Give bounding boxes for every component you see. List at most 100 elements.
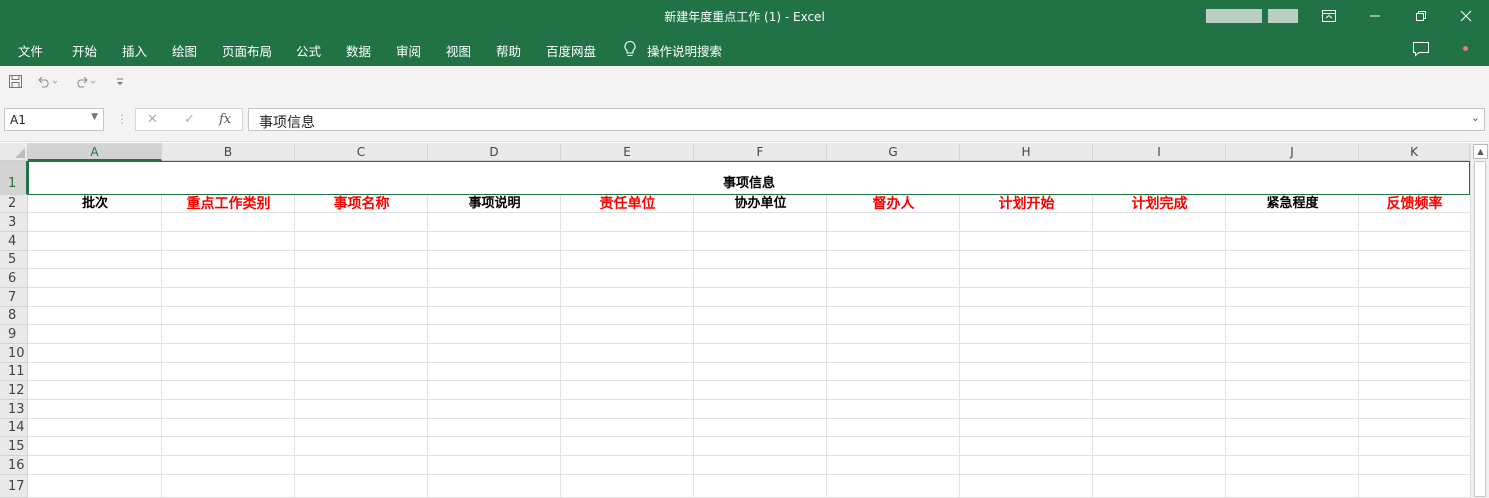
cancel-icon[interactable]: ✕ bbox=[147, 112, 158, 127]
tab-help[interactable]: 帮助 bbox=[496, 41, 521, 60]
scroll-thumb[interactable] bbox=[1474, 161, 1486, 497]
gridline-horizontal bbox=[28, 474, 1470, 475]
row-header-11[interactable]: 11 bbox=[0, 363, 28, 381]
header-cell-g[interactable]: 督办人 bbox=[827, 195, 960, 213]
formula-bar: A1 ▼ ⋮ ✕ ✓ fx 事项信息 ⌄ bbox=[0, 100, 1489, 142]
column-header-k[interactable]: K bbox=[1359, 143, 1470, 161]
header-cell-d[interactable]: 事项说明 bbox=[428, 195, 561, 213]
column-header-a[interactable]: A bbox=[28, 143, 162, 161]
scroll-up-icon[interactable]: ▲ bbox=[1473, 144, 1488, 159]
row-header-15[interactable]: 15 bbox=[0, 437, 28, 456]
gridline-horizontal bbox=[28, 287, 1470, 288]
chevron-down-icon[interactable]: ▼ bbox=[91, 112, 98, 122]
row-header-1[interactable]: 1 bbox=[0, 161, 28, 195]
window-title: 新建年度重点工作 (1) - Excel bbox=[664, 10, 825, 24]
tab-draw[interactable]: 绘图 bbox=[172, 41, 197, 60]
vertical-scrollbar[interactable]: ▲ bbox=[1470, 143, 1489, 498]
name-box-value: A1 bbox=[10, 113, 26, 127]
tab-data[interactable]: 数据 bbox=[346, 41, 371, 60]
account-name-blurred[interactable] bbox=[1206, 9, 1262, 23]
worksheet-grid[interactable]: A B C D E F G H I J K 1 2 3 4 5 6 7 8 9 10 11 12 13 14 15 16 17 批次 重点… bbox=[0, 143, 1489, 498]
header-cell-k[interactable]: 反馈频率 bbox=[1359, 195, 1470, 213]
row-header-14[interactable]: 14 bbox=[0, 419, 28, 437]
restore-icon[interactable] bbox=[1398, 0, 1444, 32]
enter-check-icon[interactable]: ✓ bbox=[184, 112, 195, 127]
row-header-7[interactable]: 7 bbox=[0, 288, 28, 307]
gridline-horizontal bbox=[28, 324, 1470, 325]
column-header-c[interactable]: C bbox=[295, 143, 428, 161]
tab-view[interactable]: 视图 bbox=[446, 41, 471, 60]
row-header-9[interactable]: 9 bbox=[0, 325, 28, 344]
column-header-b[interactable]: B bbox=[162, 143, 295, 161]
formula-bar-grip-icon[interactable]: ⋮ bbox=[116, 112, 128, 126]
expand-formula-bar-icon[interactable]: ⌄ bbox=[1471, 111, 1480, 124]
column-header-j[interactable]: J bbox=[1226, 143, 1359, 161]
tab-formulas[interactable]: 公式 bbox=[296, 41, 321, 60]
row-header-12[interactable]: 12 bbox=[0, 381, 28, 400]
column-header-g[interactable]: G bbox=[827, 143, 960, 161]
account-avatar-blurred[interactable] bbox=[1268, 9, 1298, 23]
quick-access-toolbar bbox=[0, 66, 1489, 100]
ribbon-tabs: 文件 开始 插入 绘图 页面布局 公式 数据 审阅 视图 帮助 百度网盘 操作说… bbox=[0, 32, 1489, 66]
lightbulb-icon[interactable] bbox=[623, 40, 637, 58]
tab-baidu-netdisk[interactable]: 百度网盘 bbox=[546, 41, 596, 60]
row-header-4[interactable]: 4 bbox=[0, 232, 28, 251]
row-header-2[interactable]: 2 bbox=[0, 195, 28, 213]
header-cell-e[interactable]: 责任单位 bbox=[561, 195, 694, 213]
tab-home[interactable]: 开始 bbox=[72, 41, 97, 60]
redo-icon[interactable] bbox=[74, 75, 96, 92]
column-header-f[interactable]: F bbox=[694, 143, 827, 161]
save-icon[interactable] bbox=[9, 75, 22, 92]
column-header-e[interactable]: E bbox=[561, 143, 694, 161]
notification-dot bbox=[1463, 46, 1468, 51]
gridline-horizontal bbox=[28, 306, 1470, 307]
gridline-horizontal bbox=[28, 343, 1470, 344]
row-header-13[interactable]: 13 bbox=[0, 400, 28, 419]
header-cell-i[interactable]: 计划完成 bbox=[1093, 195, 1226, 213]
title-bar: 新建年度重点工作 (1) - Excel bbox=[0, 0, 1489, 32]
header-cell-c[interactable]: 事项名称 bbox=[295, 195, 428, 213]
header-cell-b[interactable]: 重点工作类别 bbox=[162, 195, 295, 213]
close-icon[interactable] bbox=[1443, 0, 1489, 32]
formula-input[interactable]: 事项信息 ⌄ bbox=[248, 108, 1485, 131]
name-box[interactable]: A1 ▼ bbox=[4, 108, 104, 131]
formula-buttons: ✕ ✓ fx bbox=[135, 108, 243, 131]
row-header-10[interactable]: 10 bbox=[0, 344, 28, 363]
formula-value: 事项信息 bbox=[259, 115, 315, 131]
insert-function-icon[interactable]: fx bbox=[219, 112, 231, 127]
header-cell-f[interactable]: 协办单位 bbox=[694, 195, 827, 213]
column-header-h[interactable]: H bbox=[960, 143, 1093, 161]
undo-icon[interactable] bbox=[36, 75, 58, 92]
tell-me-search[interactable]: 操作说明搜索 bbox=[647, 41, 722, 60]
select-all-icon bbox=[15, 148, 25, 158]
column-header-i[interactable]: I bbox=[1093, 143, 1226, 161]
ribbon-display-options-icon[interactable] bbox=[1306, 0, 1352, 32]
gridline-horizontal bbox=[28, 380, 1470, 381]
gridline-horizontal bbox=[28, 455, 1470, 456]
comment-icon[interactable] bbox=[1412, 41, 1430, 57]
customize-qat-icon[interactable] bbox=[116, 75, 124, 92]
select-all-button[interactable] bbox=[0, 143, 28, 161]
tab-file[interactable]: 文件 bbox=[18, 41, 43, 60]
gridline-horizontal bbox=[28, 250, 1470, 251]
row-header-16[interactable]: 16 bbox=[0, 456, 28, 475]
row-header-3[interactable]: 3 bbox=[0, 213, 28, 232]
tab-review[interactable]: 审阅 bbox=[396, 41, 421, 60]
merged-title-cell[interactable]: 事项信息 bbox=[28, 161, 1470, 195]
header-cell-h[interactable]: 计划开始 bbox=[960, 195, 1093, 213]
gridline-horizontal bbox=[28, 268, 1470, 269]
header-cell-a[interactable]: 批次 bbox=[28, 195, 162, 213]
row-header-17[interactable]: 17 bbox=[0, 475, 28, 498]
header-cell-j[interactable]: 紧急程度 bbox=[1226, 195, 1359, 213]
row-header-8[interactable]: 8 bbox=[0, 307, 28, 325]
gridline-horizontal bbox=[28, 436, 1470, 437]
gridline-horizontal bbox=[28, 362, 1470, 363]
column-header-d[interactable]: D bbox=[428, 143, 561, 161]
minimize-icon[interactable] bbox=[1352, 0, 1398, 32]
row-header-5[interactable]: 5 bbox=[0, 251, 28, 269]
tab-insert[interactable]: 插入 bbox=[122, 41, 147, 60]
row-header-6[interactable]: 6 bbox=[0, 269, 28, 288]
gridline-horizontal bbox=[28, 231, 1470, 232]
gridline-horizontal bbox=[28, 418, 1470, 419]
tab-page-layout[interactable]: 页面布局 bbox=[222, 41, 272, 60]
